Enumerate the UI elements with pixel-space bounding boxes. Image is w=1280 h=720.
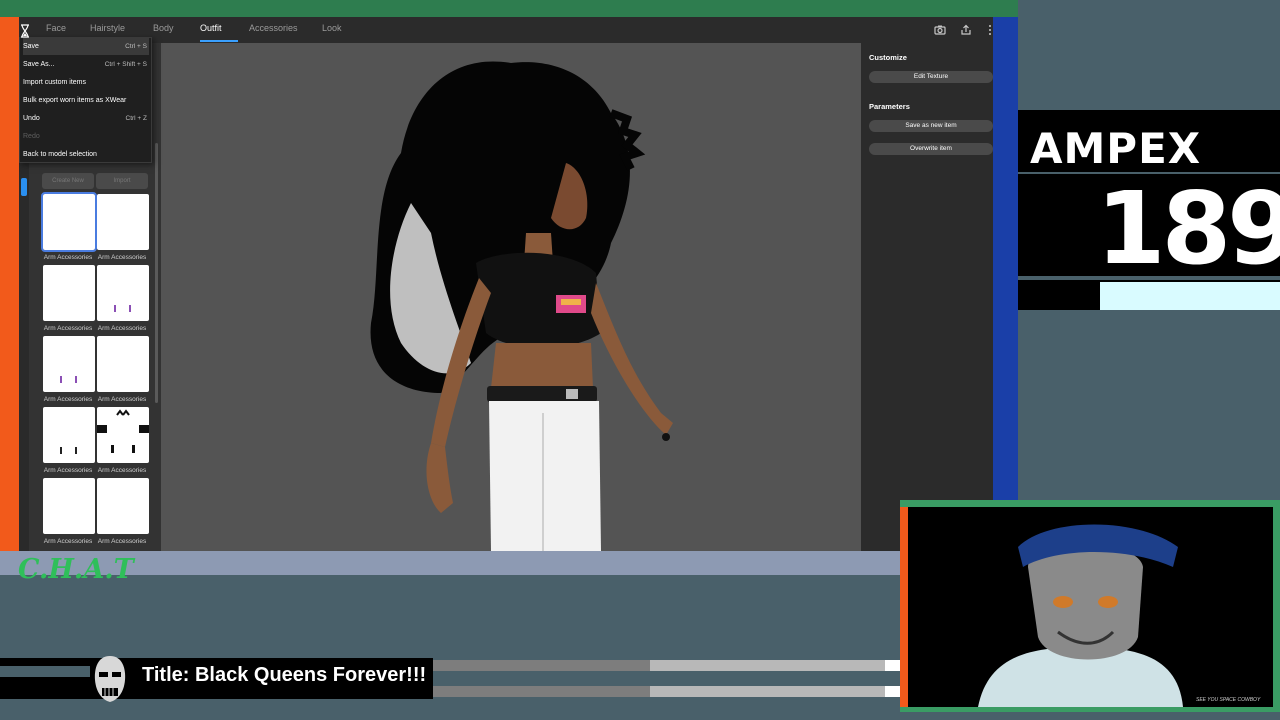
tool-indicator[interactable]	[21, 178, 27, 196]
active-tab-indicator	[200, 40, 238, 42]
tab-body[interactable]: Body	[153, 23, 174, 33]
menu-item-label: Bulk export worn items as XWear	[23, 97, 127, 104]
item-thumbnail[interactable]	[97, 336, 149, 392]
menu-item-label: Undo	[23, 115, 40, 122]
menu-item-undo[interactable]: Undo Ctrl + Z	[23, 110, 149, 127]
overwrite-item-button[interactable]: Overwrite item	[869, 143, 993, 155]
more-vertical-icon[interactable]	[984, 24, 993, 36]
camera-icon[interactable]	[934, 24, 946, 36]
item-label: Arm Accessories	[43, 396, 93, 403]
parameters-title: Parameters	[869, 102, 910, 111]
stream-title: Title: Black Queens Forever!!!	[142, 664, 427, 686]
streamer-name: AMPEX	[1030, 124, 1202, 173]
edit-texture-button[interactable]: Edit Texture	[869, 71, 993, 83]
share-icon[interactable]	[960, 24, 972, 36]
tab-look[interactable]: Look	[322, 23, 342, 33]
menu-item-shortcut: Ctrl + Z	[125, 115, 148, 122]
item-label: Arm Accessories	[43, 325, 93, 332]
menu-item-label: Save As...	[23, 61, 55, 68]
item-thumbnail[interactable]	[97, 194, 149, 250]
item-thumbnail[interactable]	[97, 478, 149, 534]
app-window: Face Hairstyle Body Outfit Accessories L…	[19, 17, 993, 551]
tab-accessories[interactable]: Accessories	[249, 23, 298, 33]
item-label: Arm Accessories	[43, 538, 93, 545]
title-stripe	[650, 660, 885, 671]
overlay-blue-stripe	[993, 17, 1018, 500]
properties-panel: Customize Edit Texture Parameters Save a…	[861, 43, 993, 551]
chat-label: C.H.A.T	[18, 554, 134, 585]
title-stripe	[650, 686, 885, 697]
item-label: Arm Accessories	[97, 538, 147, 545]
menu-item-save-as[interactable]: Save As... Ctrl + Shift + S	[23, 56, 149, 73]
menu-item-back-to-model[interactable]: Back to model selection	[23, 146, 149, 163]
item-thumbnail[interactable]	[43, 336, 95, 392]
menu-item-label: Back to model selection	[23, 151, 97, 158]
menu-item-label: Save	[23, 43, 39, 50]
title-stripe	[0, 680, 90, 691]
badge-accent-bar	[1100, 282, 1280, 310]
title-stripe	[0, 666, 90, 677]
app-topbar: Face Hairstyle Body Outfit Accessories L…	[19, 17, 993, 43]
stream-number: 189	[1096, 170, 1280, 287]
import-button[interactable]: Import	[96, 173, 148, 189]
menu-item-shortcut: Ctrl + S	[125, 43, 147, 50]
menu-item-label: Import custom items	[23, 79, 87, 86]
item-label: Arm Accessories	[97, 254, 147, 261]
item-label: Arm Accessories	[97, 396, 147, 403]
overlay-left-stripe	[0, 17, 19, 551]
item-thumbnail[interactable]	[43, 407, 95, 463]
webcam-accent	[900, 507, 908, 707]
model-viewport[interactable]	[161, 43, 861, 551]
overlay-bottom-strip	[0, 551, 900, 575]
item-thumbnail[interactable]	[43, 265, 95, 321]
item-label: Arm Accessories	[97, 467, 147, 474]
title-stripe	[885, 686, 900, 697]
webcam-caption: SEE YOU SPACE COWBOY	[1196, 697, 1261, 703]
menu-item-bulk-export[interactable]: Bulk export worn items as XWear	[23, 92, 149, 109]
tab-hairstyle[interactable]: Hairstyle	[90, 23, 125, 33]
menu-item-import-custom[interactable]: Import custom items	[23, 74, 149, 91]
title-stripe	[433, 686, 650, 697]
item-label: Arm Accessories	[97, 325, 147, 332]
file-menu: Save Ctrl + S Save As... Ctrl + Shift + …	[19, 37, 152, 163]
item-label: Arm Accessories	[43, 254, 93, 261]
menu-item-redo[interactable]: Redo	[23, 128, 149, 145]
item-thumbnail[interactable]	[97, 407, 149, 463]
item-thumbnail[interactable]	[43, 478, 95, 534]
menu-item-shortcut: Ctrl + Shift + S	[104, 61, 147, 68]
title-stripe	[885, 660, 900, 671]
vtuber-avatar	[978, 524, 1183, 707]
menu-item-save[interactable]: Save Ctrl + S	[23, 38, 149, 55]
overlay-top-bar	[0, 0, 1018, 17]
menu-item-label: Redo	[23, 133, 40, 140]
item-label: Arm Accessories	[43, 467, 93, 474]
badge-divider	[1018, 276, 1280, 280]
tab-outfit[interactable]: Outfit	[200, 23, 222, 33]
webcam-view	[908, 507, 1273, 707]
mask-logo-icon	[94, 656, 126, 702]
hourglass-cursor-icon	[21, 24, 29, 38]
create-new-button[interactable]: Create New	[42, 173, 94, 189]
item-thumbnail[interactable]	[41, 192, 97, 252]
avatar-model	[370, 61, 673, 551]
item-thumbnail[interactable]	[97, 265, 149, 321]
customize-title: Customize	[869, 53, 907, 62]
item-panel-scrollbar[interactable]	[155, 143, 158, 403]
title-stripe	[433, 660, 650, 671]
tab-face[interactable]: Face	[46, 23, 66, 33]
save-as-new-item-button[interactable]: Save as new item	[869, 120, 993, 132]
